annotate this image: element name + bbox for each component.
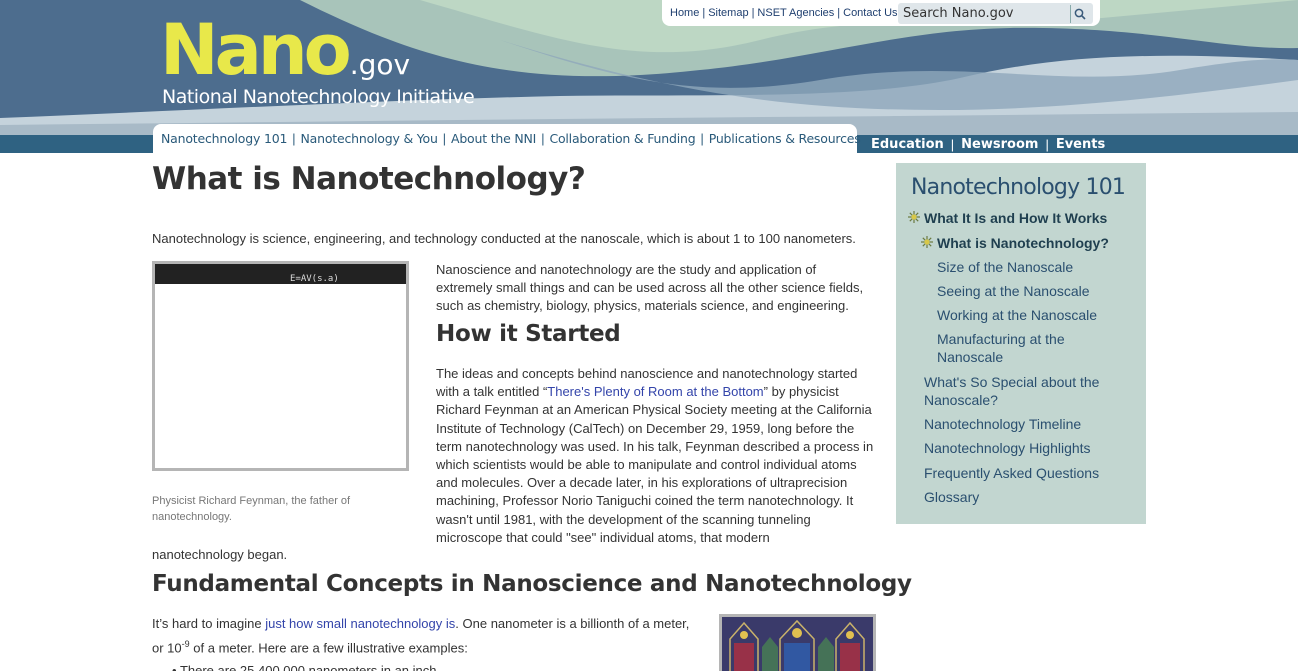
logo-subtitle: National Nanotechnology Initiative <box>162 86 475 108</box>
nav-newsroom[interactable]: Newsroom <box>961 137 1038 152</box>
sidebar-item-what-is-nanotechnology[interactable]: What is Nanotechnology? <box>937 234 1109 252</box>
photo-caption: Physicist Richard Feynman, the father of… <box>152 495 351 523</box>
sidebar-nav: Nanotechnology 101 What It Is and How It… <box>896 163 1146 524</box>
nav-about-the-nni[interactable]: About the NNI <box>451 131 536 146</box>
nav-nanotechnology-and-you[interactable]: Nanotechnology & You <box>300 131 437 146</box>
star-icon <box>908 211 920 223</box>
star-icon <box>921 236 933 248</box>
sidebar-item-working[interactable]: Working at the Nanoscale <box>937 306 1097 324</box>
site-logo[interactable]: Nano.gov National Nanotechnology Initiat… <box>160 9 475 108</box>
link-plenty-of-room[interactable]: There's Plenty of Room at the Bottom <box>547 384 763 399</box>
sidebar-title[interactable]: Nanotechnology 101 <box>911 175 1146 200</box>
util-link-home[interactable]: Home <box>670 7 699 19</box>
paragraph-history-end: nanotechnology began. <box>152 547 288 562</box>
sidebar-item-faq[interactable]: Frequently Asked Questions <box>924 464 1099 482</box>
search-box <box>898 3 1093 24</box>
primary-nav: Nanotechnology 101 | Nanotechnology & You… <box>153 124 861 153</box>
search-icon[interactable] <box>1070 4 1088 23</box>
search-input[interactable] <box>898 6 1070 21</box>
util-link-nset-agencies[interactable]: NSET Agencies <box>757 7 834 19</box>
util-link-sitemap[interactable]: Sitemap <box>708 7 748 19</box>
sidebar-item-seeing[interactable]: Seeing at the Nanoscale <box>937 282 1090 300</box>
secondary-nav: Education | Newsroom | Events <box>871 136 1106 152</box>
nav-nanotechnology-101[interactable]: Nanotechnology 101 <box>161 131 287 146</box>
sidebar-item-glossary[interactable]: Glossary <box>924 488 979 506</box>
sidebar-item-special[interactable]: What's So Special about the Nanoscale? <box>924 373 1114 409</box>
exponent: -9 <box>181 639 190 649</box>
sidebar-item-manufacturing[interactable]: Manufacturing at the Nanoscale <box>937 330 1087 366</box>
paragraph-nanoscience: Nanoscience and nanotechnology are the s… <box>436 262 864 314</box>
heading-fundamental-concepts: Fundamental Concepts in Nanoscience and … <box>152 571 912 597</box>
history-text-rest: ” by physicist Richard Feynman at an Ame… <box>436 384 874 545</box>
logo-gov-text: .gov <box>349 48 411 81</box>
sidebar-item-highlights[interactable]: Nanotechnology Highlights <box>924 439 1091 457</box>
photo-chalkboard: E=AV(s.a) <box>155 264 406 284</box>
main-content: What is Nanotechnology? Nanotechnology i… <box>152 153 912 671</box>
bullet-text: There are 25,400,000 nanometers in an in… <box>179 663 437 671</box>
util-link-contact-us[interactable]: Contact Us <box>843 7 897 19</box>
sidebar-item-what-it-is[interactable]: What It Is and How It Works <box>924 209 1107 227</box>
site-header: Nano.gov National Nanotechnology Initiat… <box>0 0 1298 153</box>
intro-paragraph: Nanotechnology is science, engineering, … <box>152 231 856 246</box>
paragraph-scale: It’s hard to imagine just how small nano… <box>152 613 700 658</box>
heading-how-it-started: How it Started <box>436 321 621 347</box>
bullet-item: • There are 25,400,000 nanometers in an … <box>172 663 437 671</box>
feynman-figure: E=AV(s.a) Physicist Richard Feynman, the… <box>152 261 409 525</box>
page-title: What is Nanotechnology? <box>152 161 586 197</box>
feynman-photo[interactable]: E=AV(s.a) <box>152 261 409 471</box>
paragraph-history: The ideas and concepts behind nanoscienc… <box>436 365 876 547</box>
scale-text-end: of a meter. Here are a few illustrative … <box>189 640 468 656</box>
stained-glass-image[interactable] <box>719 614 876 671</box>
link-how-small[interactable]: just how small nanotechnology is <box>265 616 455 631</box>
nav-education[interactable]: Education <box>871 137 944 152</box>
utility-bar: Home | Sitemap | NSET Agencies | Contact Us <box>662 0 1100 26</box>
sidebar-item-timeline[interactable]: Nanotechnology Timeline <box>924 415 1081 433</box>
scale-text-start: It’s hard to imagine <box>152 616 266 631</box>
sidebar-item-size[interactable]: Size of the Nanoscale <box>937 258 1073 276</box>
nav-events[interactable]: Events <box>1056 137 1105 152</box>
nav-publications-resources[interactable]: Publications & Resources <box>709 131 861 146</box>
logo-nano-text: Nano <box>160 9 352 91</box>
chalkboard-text: E=AV(s.a) <box>290 274 339 284</box>
nav-collaboration-funding[interactable]: Collaboration & Funding <box>549 131 695 146</box>
